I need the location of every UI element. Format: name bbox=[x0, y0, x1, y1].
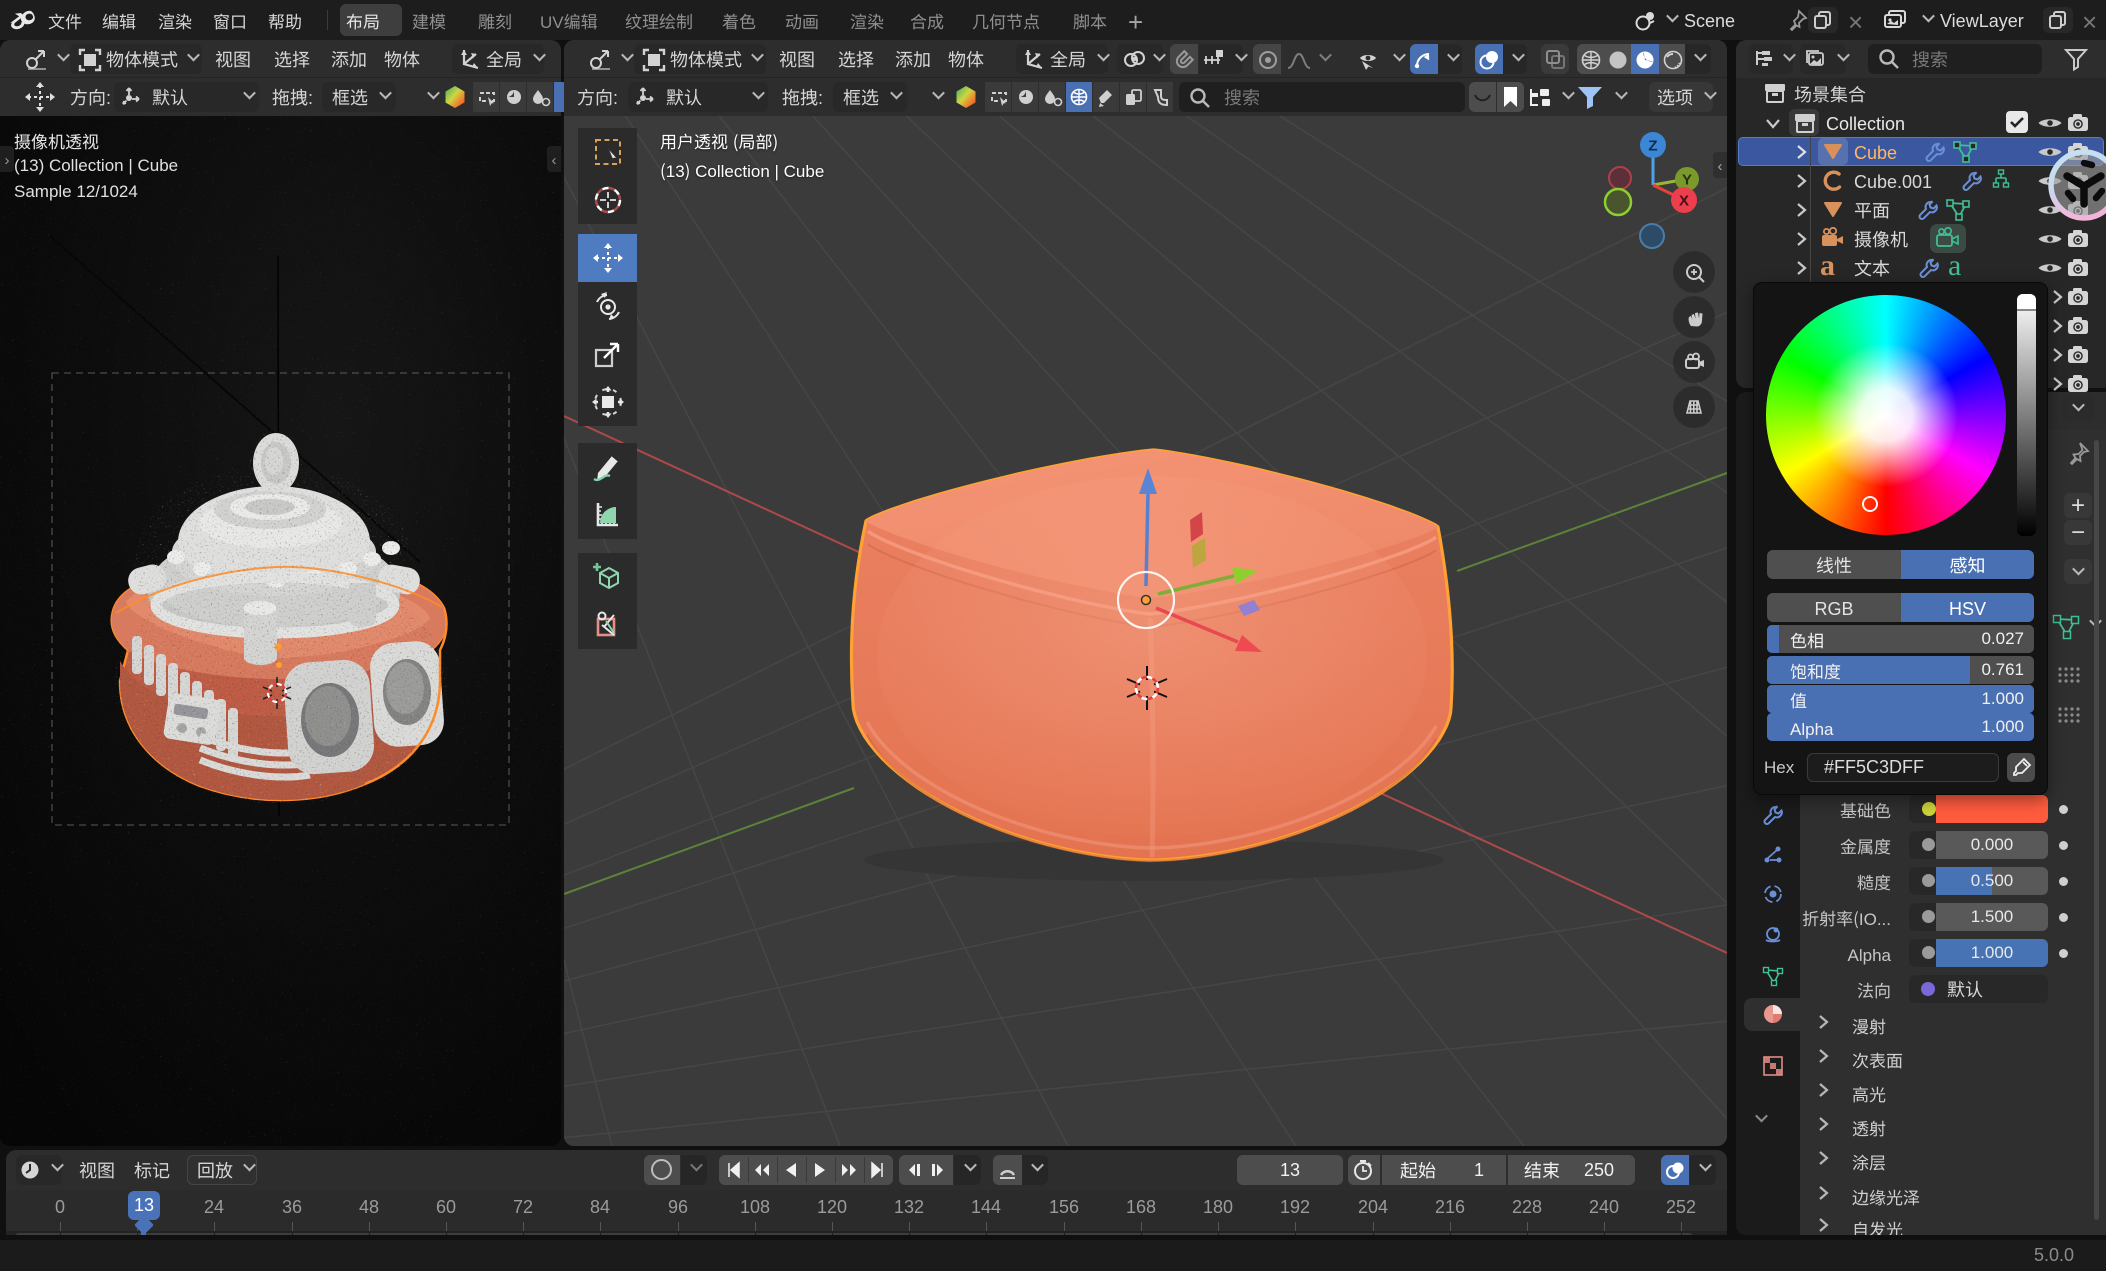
svg-text:Z: Z bbox=[1648, 138, 1657, 155]
svg-text:X: X bbox=[1679, 193, 1689, 210]
svg-text:Y: Y bbox=[1682, 172, 1692, 189]
